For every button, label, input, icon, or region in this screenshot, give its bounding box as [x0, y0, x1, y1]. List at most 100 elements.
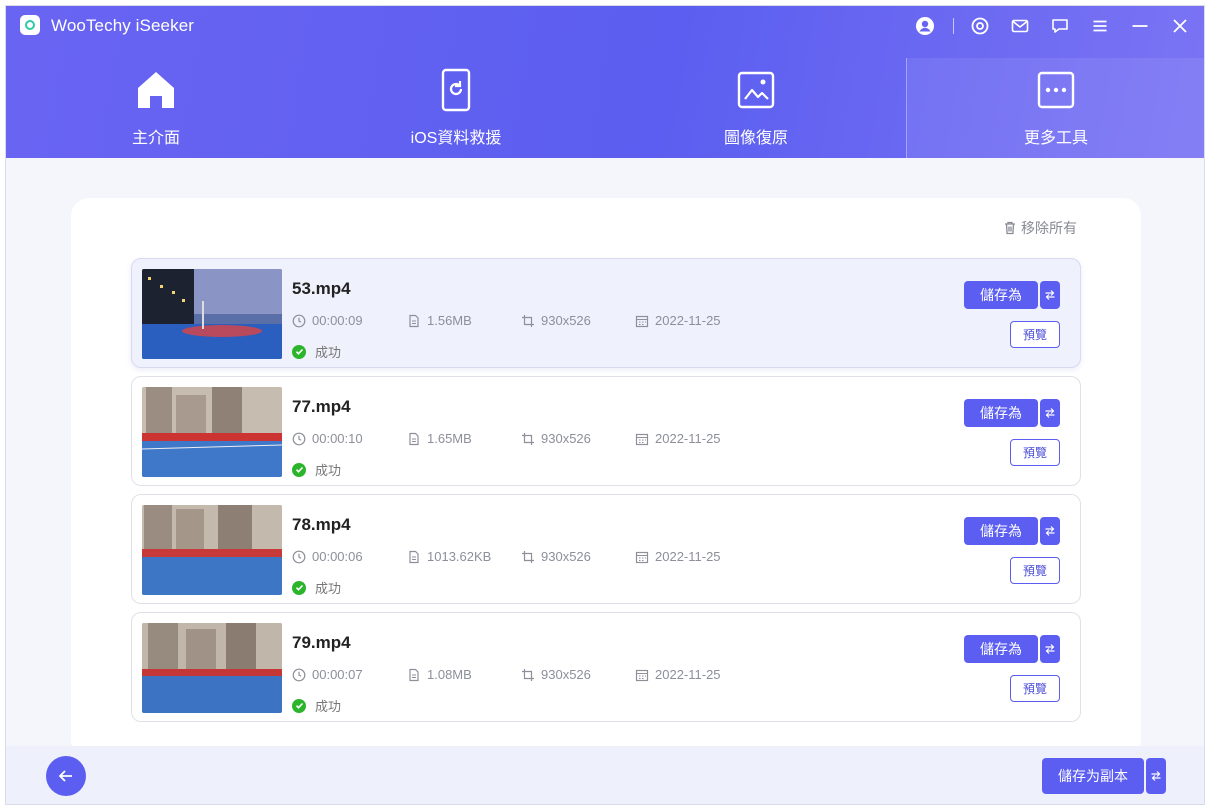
feedback-icon[interactable]: [1046, 12, 1074, 40]
status: 成功: [292, 696, 341, 715]
status: 成功: [292, 460, 341, 479]
duration: 00:00:06: [292, 549, 363, 564]
menu-icon[interactable]: [1086, 12, 1114, 40]
file-name: 77.mp4: [292, 397, 351, 416]
status-text: 成功: [315, 463, 342, 478]
clock-icon: [292, 432, 306, 445]
success-check-icon: [292, 580, 306, 595]
account-icon[interactable]: [911, 12, 939, 40]
duration: 00:00:10: [292, 431, 363, 446]
swap-arrows-icon: [1045, 644, 1055, 654]
resolution: 930x526: [521, 549, 591, 564]
file-icon: [409, 550, 419, 563]
image-icon: [734, 68, 778, 112]
preview-button[interactable]: 預覽: [1010, 439, 1060, 466]
minimize-icon[interactable]: [1126, 12, 1154, 40]
save-as-button[interactable]: 儲存為: [964, 399, 1038, 427]
file-name: 79.mp4: [292, 633, 351, 652]
nav-label-more-tools: 更多工具: [1023, 130, 1088, 147]
settings-icon[interactable]: [966, 12, 994, 40]
resolution-value: 930x526: [541, 431, 591, 446]
remove-all-button[interactable]: 移除所有: [1002, 218, 1077, 238]
header: WooTechy iSeeker 主介面 iOS資料救援 圖像復原 更多工具: [6, 6, 1204, 158]
calendar-icon: [635, 551, 649, 563]
resolution: 930x526: [521, 667, 591, 682]
swap-arrows-icon: [1151, 771, 1161, 781]
app-logo-icon: [20, 15, 40, 35]
nav-tab-image-repair[interactable]: 圖像復原: [606, 58, 906, 158]
date-value: 2022-11-25: [655, 549, 721, 564]
save-options-button[interactable]: [1040, 517, 1060, 545]
file-list-card: 移除所有 53.mp4 00:00:09 1.56MB 930x526 2022…: [71, 198, 1141, 758]
clock-icon: [292, 314, 306, 327]
remove-all-label: 移除所有: [1021, 220, 1077, 236]
list-item[interactable]: 78.mp4 00:00:06 1013.62KB 930x526 2022-1…: [131, 494, 1081, 604]
video-thumbnail: [142, 505, 282, 595]
main-nav: 主介面 iOS資料救援 圖像復原 更多工具: [6, 58, 1204, 158]
clock-icon: [292, 668, 306, 681]
file-size-value: 1.65MB: [427, 431, 472, 446]
date-value: 2022-11-25: [655, 667, 721, 682]
date: 2022-11-25: [635, 431, 721, 446]
nav-tab-ios-recovery[interactable]: iOS資料救援: [306, 58, 606, 158]
swap-arrows-icon: [1045, 408, 1055, 418]
video-list: 53.mp4 00:00:09 1.56MB 930x526 2022-11-2…: [131, 258, 1081, 730]
save-options-button[interactable]: [1040, 635, 1060, 663]
window-controls: [899, 12, 1194, 40]
file-icon: [409, 668, 419, 681]
success-check-icon: [292, 344, 306, 359]
nav-tab-more-tools[interactable]: 更多工具: [906, 58, 1204, 158]
preview-button[interactable]: 預覽: [1010, 557, 1060, 584]
file-size: 1.56MB: [407, 313, 472, 328]
save-as-copy-button[interactable]: 儲存为副本: [1042, 758, 1144, 794]
video-thumbnail: [142, 269, 282, 359]
file-size-value: 1.56MB: [427, 313, 472, 328]
list-item[interactable]: 79.mp4 00:00:07 1.08MB 930x526 2022-11-2…: [131, 612, 1081, 722]
list-item[interactable]: 53.mp4 00:00:09 1.56MB 930x526 2022-11-2…: [131, 258, 1081, 368]
calendar-icon: [635, 433, 649, 445]
file-size: 1.65MB: [407, 431, 472, 446]
crop-icon: [522, 432, 534, 445]
save-options-button[interactable]: [1040, 399, 1060, 427]
duration-value: 00:00:10: [312, 431, 363, 446]
save-as-button[interactable]: 儲存為: [964, 517, 1038, 545]
status: 成功: [292, 342, 341, 361]
duration-value: 00:00:07: [312, 667, 363, 682]
file-size-value: 1.08MB: [427, 667, 472, 682]
save-options-button[interactable]: [1040, 281, 1060, 309]
success-check-icon: [292, 698, 306, 713]
controls-divider: [953, 18, 954, 34]
nav-label-image-repair: 圖像復原: [723, 130, 788, 147]
nav-tab-home[interactable]: 主介面: [6, 58, 306, 158]
video-thumbnail: [142, 387, 282, 477]
status-text: 成功: [315, 581, 342, 596]
date-value: 2022-11-25: [655, 313, 721, 328]
duration: 00:00:07: [292, 667, 363, 682]
save-as-button[interactable]: 儲存為: [964, 281, 1038, 309]
resolution-value: 930x526: [541, 549, 591, 564]
more-tools-icon: [1034, 68, 1078, 112]
date: 2022-11-25: [635, 667, 721, 682]
preview-button[interactable]: 預覽: [1010, 675, 1060, 702]
home-icon: [134, 68, 178, 112]
resolution: 930x526: [521, 313, 591, 328]
footer-bar: 儲存为副本: [6, 746, 1204, 804]
file-icon: [409, 432, 419, 445]
crop-icon: [522, 668, 534, 681]
back-button[interactable]: [46, 756, 86, 796]
preview-button[interactable]: 預覽: [1010, 321, 1060, 348]
calendar-icon: [635, 669, 649, 681]
save-as-button[interactable]: 儲存為: [964, 635, 1038, 663]
mail-icon[interactable]: [1006, 12, 1034, 40]
save-copy-options-button[interactable]: [1146, 758, 1166, 794]
date-value: 2022-11-25: [655, 431, 721, 446]
app-title: WooTechy iSeeker: [51, 16, 195, 35]
video-thumbnail: [142, 623, 282, 713]
file-size: 1.08MB: [407, 667, 472, 682]
file-size: 1013.62KB: [407, 549, 491, 564]
list-item[interactable]: 77.mp4 00:00:10 1.65MB 930x526 2022-11-2…: [131, 376, 1081, 486]
file-name: 53.mp4: [292, 279, 351, 298]
close-icon[interactable]: [1166, 12, 1194, 40]
title-bar: WooTechy iSeeker: [6, 6, 1204, 46]
swap-arrows-icon: [1045, 290, 1055, 300]
